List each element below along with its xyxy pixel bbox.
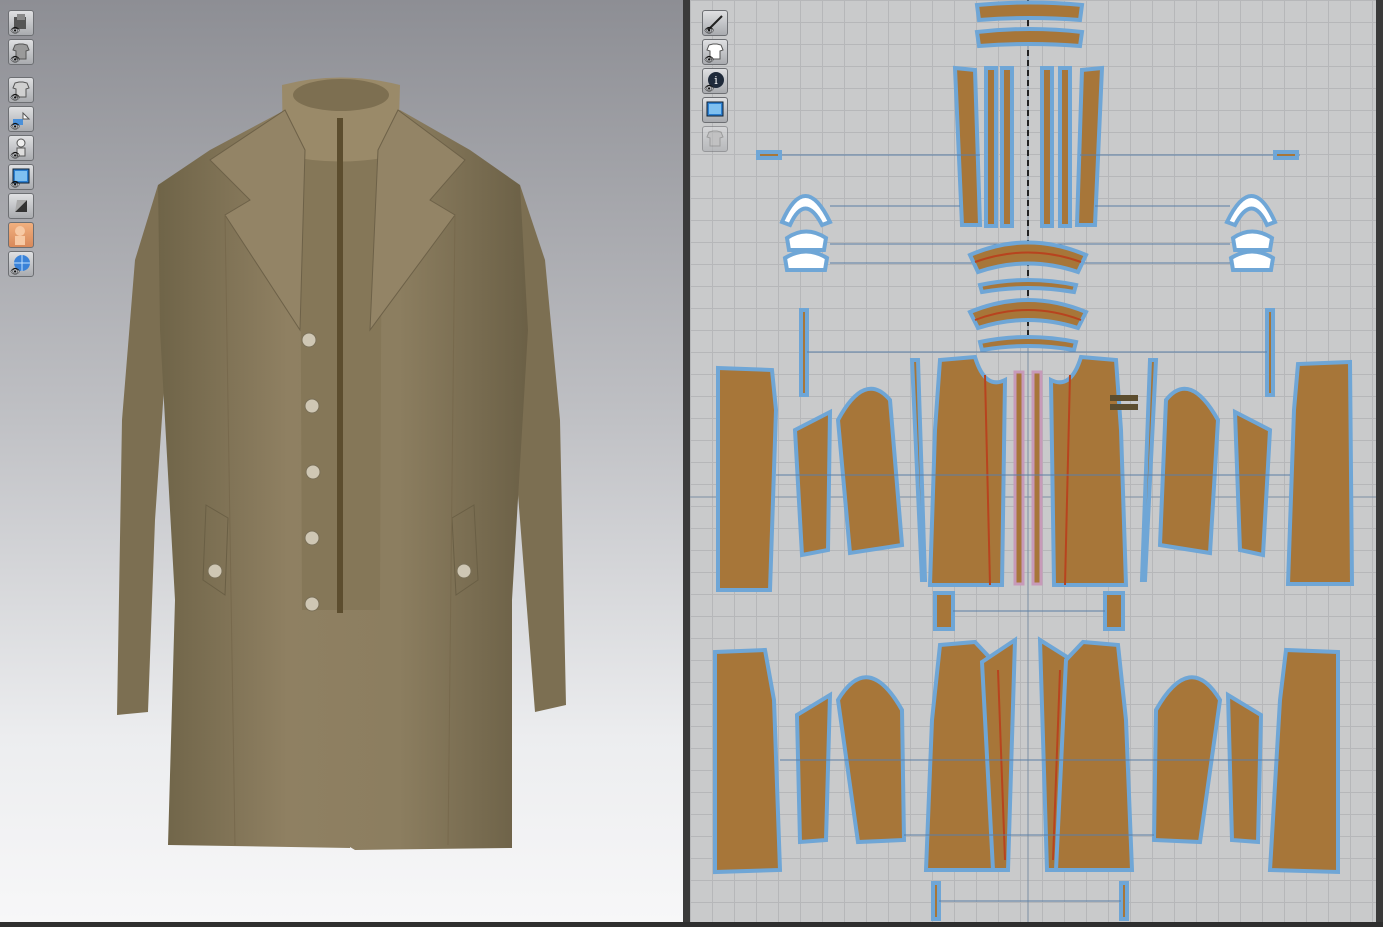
view-splitter[interactable] bbox=[683, 0, 690, 927]
svg-text:i: i bbox=[714, 74, 718, 87]
texture-2d-icon[interactable] bbox=[702, 97, 728, 123]
environment-icon[interactable]: 👁 bbox=[8, 251, 34, 277]
show-pins-icon[interactable]: 👁 bbox=[8, 106, 34, 132]
show-avatar-icon[interactable]: 👁 bbox=[8, 135, 34, 161]
2d-pattern-viewport[interactable]: .pc{fill:#a77639;stroke:#6fa6d6;stroke-w… bbox=[690, 0, 1376, 922]
status-bar bbox=[0, 922, 1383, 927]
3d-garment-viewport[interactable]: 👁 👁 👁 👁 👁 👁 👁 bbox=[0, 0, 683, 922]
info-icon[interactable]: i 👁 bbox=[702, 68, 728, 94]
show-garment-2d-icon[interactable]: 👁 bbox=[702, 39, 728, 65]
shaded-view-icon[interactable] bbox=[8, 193, 34, 219]
coat-3d-render[interactable] bbox=[0, 0, 683, 922]
pattern-pieces[interactable]: .pc{fill:#a77639;stroke:#6fa6d6;stroke-w… bbox=[690, 0, 1376, 922]
garment-display-icon[interactable]: 👁 bbox=[8, 39, 34, 65]
window-border bbox=[1376, 0, 1383, 927]
avatar-skin-icon[interactable] bbox=[8, 222, 34, 248]
sewing-line-icon[interactable]: 👁 bbox=[702, 10, 728, 36]
lock-garment-icon[interactable] bbox=[702, 126, 728, 152]
texture-view-icon[interactable]: 👁 bbox=[8, 164, 34, 190]
show-garment-icon[interactable]: 👁 bbox=[8, 77, 34, 103]
avatar-display-icon[interactable]: 👁 bbox=[8, 10, 34, 36]
